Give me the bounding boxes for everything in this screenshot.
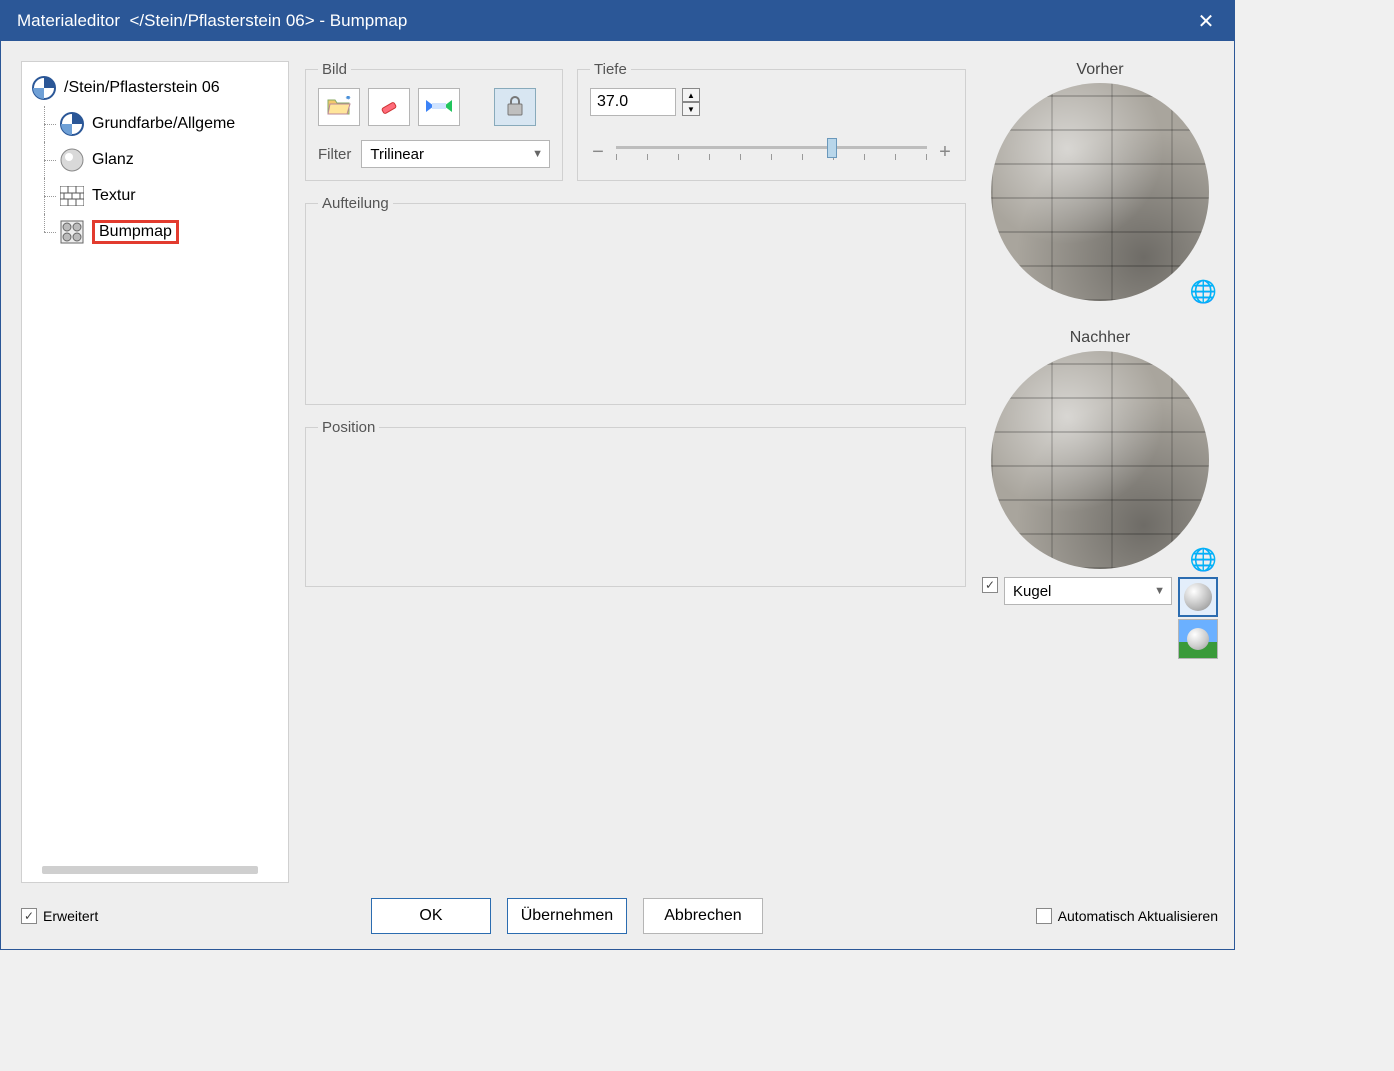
group-aufteilung-legend: Aufteilung xyxy=(318,195,393,212)
open-file-button[interactable] xyxy=(318,88,360,126)
globe-icon: 🌐 xyxy=(1190,547,1217,572)
material-editor-dialog: Materialeditor </Stein/Pflasterstein 06>… xyxy=(0,0,1235,950)
cancel-button[interactable]: Abbrechen xyxy=(643,898,763,934)
erase-button[interactable] xyxy=(368,88,410,126)
environment-icon xyxy=(1179,620,1217,658)
ok-button[interactable]: OK xyxy=(371,898,491,934)
ok-button-label: OK xyxy=(419,907,442,925)
tiefe-spinner: ▲ ▼ xyxy=(682,88,700,116)
auto-update-checkbox[interactable] xyxy=(1036,908,1052,924)
tree-root[interactable]: /Stein/Pflasterstein 06 xyxy=(22,70,288,106)
sphere-icon xyxy=(1184,583,1212,611)
piechart-icon xyxy=(58,110,86,138)
preview-after-label: Nachher xyxy=(1070,329,1130,347)
apply-button[interactable]: Übernehmen xyxy=(507,898,627,934)
preview-after-globe-button[interactable]: 🌐 xyxy=(1190,547,1217,573)
lock-toggle[interactable] xyxy=(494,88,536,126)
tree-item-glanz[interactable]: Glanz xyxy=(22,142,288,178)
slider-increase[interactable]: + xyxy=(937,141,953,164)
tiefe-step-up[interactable]: ▲ xyxy=(682,88,700,102)
dialog-footer: Erweitert OK Übernehmen Abbrechen Automa… xyxy=(1,893,1234,949)
slider-thumb[interactable] xyxy=(827,138,837,158)
chevron-down-icon: ▼ xyxy=(1154,585,1165,597)
cancel-button-label: Abbrechen xyxy=(664,907,741,925)
folder-open-icon xyxy=(327,96,351,119)
settings-panel: Bild xyxy=(305,61,966,883)
titlebar-app: Materialeditor xyxy=(17,11,120,31)
swap-button[interactable] xyxy=(418,88,460,126)
tree-item-label: Bumpmap xyxy=(92,220,179,244)
caret-up-icon: ▲ xyxy=(687,91,695,100)
tiefe-input[interactable]: 37.0 xyxy=(590,88,676,116)
titlebar-section: Bumpmap xyxy=(330,11,407,31)
titlebar-sep xyxy=(120,11,129,31)
bumpmap-icon xyxy=(58,218,86,246)
close-icon: ✕ xyxy=(1198,9,1215,34)
tree-root-label: /Stein/Pflasterstein 06 xyxy=(64,79,220,97)
sphere-icon xyxy=(58,146,86,174)
auto-update-label: Automatisch Aktualisieren xyxy=(1058,908,1218,924)
titlebar-path: </Stein/Pflasterstein 06> xyxy=(129,11,314,31)
group-position: Position xyxy=(305,419,966,587)
tree-item-grundfarbe[interactable]: Grundfarbe/Allgeme xyxy=(22,106,288,142)
group-tiefe: Tiefe 37.0 ▲ ▼ − xyxy=(577,61,966,181)
slider-track xyxy=(616,146,927,149)
brick-icon xyxy=(58,182,86,210)
globe-icon: 🌐 xyxy=(1190,279,1217,304)
filter-value: Trilinear xyxy=(370,146,424,163)
preview-panel: Vorher 🌐 Nachher 🌐 xyxy=(982,61,1218,883)
lock-icon xyxy=(506,96,524,119)
tree-item-label: Grundfarbe/Allgeme xyxy=(92,115,235,133)
titlebar: Materialeditor </Stein/Pflasterstein 06>… xyxy=(1,1,1234,41)
group-bild-legend: Bild xyxy=(318,61,351,78)
eraser-icon xyxy=(378,95,400,120)
swap-arrows-icon xyxy=(426,97,452,118)
apply-button-label: Übernehmen xyxy=(521,907,614,925)
tree-horizontal-scrollbar[interactable] xyxy=(42,866,258,874)
caret-down-icon: ▼ xyxy=(687,105,695,114)
group-tiefe-legend: Tiefe xyxy=(590,61,631,78)
erweitert-label: Erweitert xyxy=(43,908,98,924)
preview-before-sphere xyxy=(991,83,1209,301)
filter-dropdown[interactable]: Trilinear ▼ xyxy=(361,140,550,168)
tree-item-label: Glanz xyxy=(92,151,134,169)
tree-item-bumpmap[interactable]: Bumpmap xyxy=(22,214,288,250)
group-position-legend: Position xyxy=(318,419,379,436)
preview-mode-sphere[interactable] xyxy=(1178,577,1218,617)
group-aufteilung: Aufteilung xyxy=(305,195,966,405)
slider-ticks xyxy=(616,154,927,160)
tiefe-slider[interactable] xyxy=(616,138,927,166)
preview-mode-environment[interactable] xyxy=(1178,619,1218,659)
tree-item-label: Textur xyxy=(92,187,136,205)
chevron-down-icon: ▼ xyxy=(532,148,543,160)
preview-shape-checkbox[interactable] xyxy=(982,577,998,593)
group-bild: Bild xyxy=(305,61,563,181)
preview-before-globe-button[interactable]: 🌐 xyxy=(1190,279,1217,305)
material-tree: /Stein/Pflasterstein 06 Grundfarbe/Allge… xyxy=(21,61,289,883)
preview-shape-value: Kugel xyxy=(1013,583,1051,600)
tiefe-value: 37.0 xyxy=(597,93,628,111)
preview-before-label: Vorher xyxy=(1076,61,1123,79)
tiefe-step-down[interactable]: ▼ xyxy=(682,102,700,116)
piechart-icon xyxy=(30,74,58,102)
preview-shape-dropdown[interactable]: Kugel ▼ xyxy=(1004,577,1172,605)
titlebar-sep2: - xyxy=(315,11,330,31)
slider-decrease[interactable]: − xyxy=(590,141,606,164)
erweitert-checkbox[interactable] xyxy=(21,908,37,924)
tree-item-textur[interactable]: Textur xyxy=(22,178,288,214)
close-button[interactable]: ✕ xyxy=(1186,1,1226,41)
preview-after-sphere xyxy=(991,351,1209,569)
filter-label: Filter xyxy=(318,146,351,163)
